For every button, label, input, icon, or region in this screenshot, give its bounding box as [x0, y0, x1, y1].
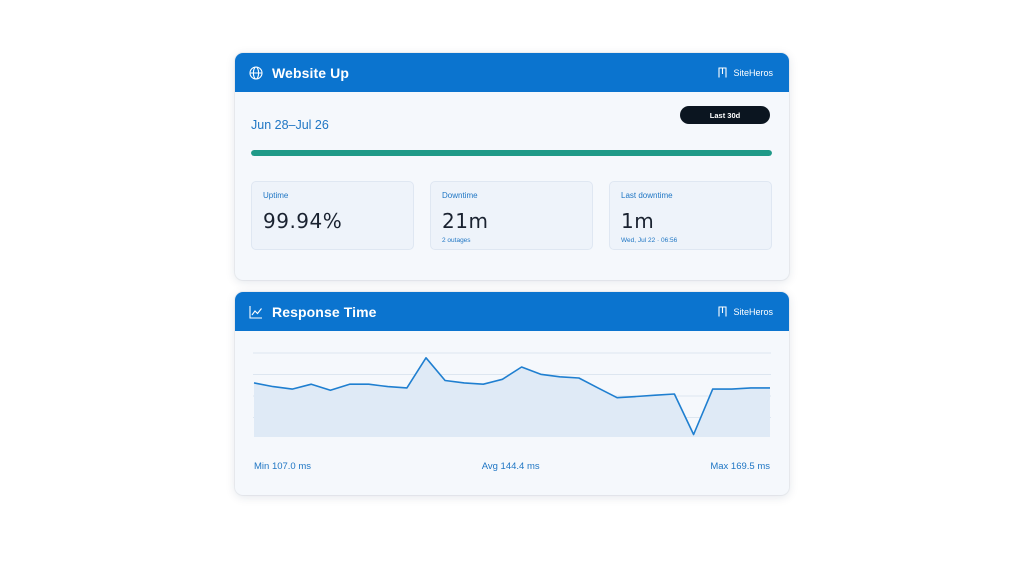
globe-icon	[249, 65, 263, 80]
stat-label: Last downtime	[621, 191, 673, 200]
stat-last-downtime: Last downtime 1m Wed, Jul 22 · 06:56	[609, 181, 772, 250]
stat-value: 21m	[442, 209, 489, 233]
stat-uptime: Uptime 99.94%	[251, 181, 414, 250]
response-card-body: Min 107.0 ms Avg 144.4 ms Max 169.5 ms	[235, 331, 789, 495]
brand-name: SiteHeros	[733, 67, 773, 78]
stats-row: Uptime 99.94% Downtime 21m 2 outages Las…	[251, 181, 772, 250]
response-card-header: Response Time SiteHeros	[235, 292, 789, 331]
stat-value: 1m	[621, 209, 655, 233]
line-chart-icon	[249, 305, 263, 319]
uptime-card-body: Jun 28–Jul 26 Last 30d Uptime 99.94% Dow…	[235, 92, 789, 280]
stat-sub: Wed, Jul 22 · 06:56	[621, 237, 678, 244]
uptime-card-header: Website Up SiteHeros	[235, 53, 789, 92]
chart-summary: Min 107.0 ms Avg 144.4 ms Max 169.5 ms	[254, 461, 770, 472]
range-selector-button[interactable]: Last 30d	[680, 106, 770, 124]
stat-label: Uptime	[263, 191, 289, 200]
uptime-card: Website Up SiteHeros Jun 28–Jul 26 Last …	[235, 53, 789, 280]
response-card: Response Time SiteHeros Min 107.0 ms Avg…	[235, 292, 789, 495]
brand: SiteHeros	[717, 67, 773, 78]
bars-logo-icon	[717, 306, 728, 317]
response-chart-svg	[253, 352, 771, 437]
stat-value: 99.94%	[263, 209, 343, 233]
brand: SiteHeros	[717, 306, 773, 317]
min-label: Min 107.0 ms	[254, 461, 312, 472]
response-area	[254, 357, 770, 437]
brand-name: SiteHeros	[733, 306, 773, 317]
bars-logo-icon	[717, 67, 728, 78]
date-range: Jun 28–Jul 26	[251, 118, 329, 132]
uptime-bar	[251, 150, 772, 156]
stat-sub: 2 outages	[442, 237, 471, 244]
max-label: Max 169.5 ms	[710, 461, 770, 472]
response-chart	[253, 349, 771, 461]
avg-label: Avg 144.4 ms	[481, 461, 540, 472]
stat-downtime: Downtime 21m 2 outages	[430, 181, 593, 250]
response-card-title: Response Time	[272, 303, 377, 320]
uptime-bar-fill	[251, 150, 772, 156]
stat-label: Downtime	[442, 191, 478, 200]
uptime-card-title: Website Up	[272, 64, 349, 81]
